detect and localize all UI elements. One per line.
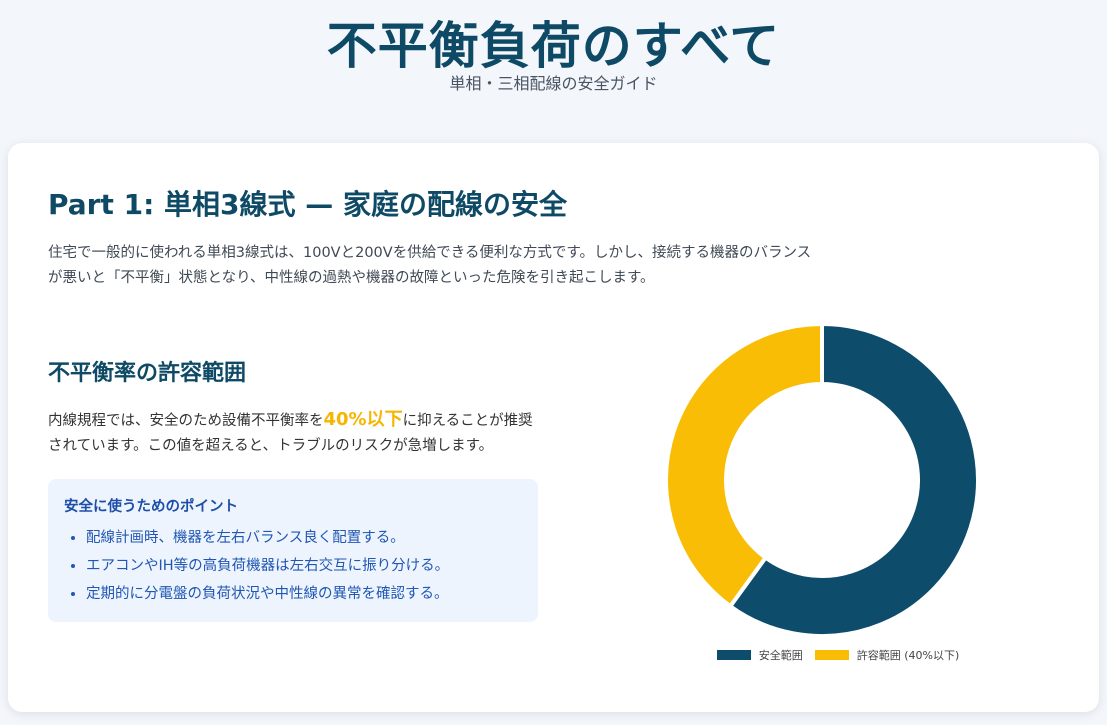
legend-swatch-safe: [716, 650, 751, 660]
tolerance-text-before: 内線規程では、安全のため設備不平衡率を: [48, 413, 324, 429]
part1-card: Part 1: 単相3線式 — 家庭の配線の安全 住宅で一般的に使われる単相3線…: [8, 143, 1099, 712]
page-title: 不平衡負荷のすべて: [326, 17, 781, 75]
page-subtitle: 単相・三相配線の安全ガイド: [449, 74, 658, 93]
legend-swatch-allowed: [814, 650, 849, 660]
legend-label-safe: 安全範囲: [758, 649, 803, 662]
chart-legend: 安全範囲 許容範囲 (40%以下): [688, 647, 988, 663]
doughnut-chart: [648, 315, 988, 675]
safety-tips-list: 配線計画時、機器を左右バランス良く配置する。 エアコンやIH等の高負荷機器は左右…: [64, 524, 522, 608]
legend-label-allowed: 許容範囲 (40%以下): [856, 649, 960, 662]
donut-slice-allowed[interactable]: [664, 321, 824, 610]
legend-item-safe[interactable]: 安全範囲: [716, 647, 803, 663]
tolerance-highlight: 40%以下: [323, 409, 403, 430]
page-header: 不平衡負荷のすべて 単相・三相配線の安全ガイド: [0, 0, 1107, 132]
safety-tip-item: 定期的に分電盤の負荷状況や中性線の異常を確認する。: [86, 580, 522, 608]
safety-tip-item: エアコンやIH等の高負荷機器は左右交互に振り分ける。: [86, 552, 522, 580]
part1-intro: 住宅で一般的に使われる単相3線式は、100Vと200Vを供給できる便利な方式です…: [48, 245, 812, 286]
legend-item-allowed[interactable]: 許容範囲 (40%以下): [814, 647, 960, 663]
safety-tips-box: 安全に使うためのポイント 配線計画時、機器を左右バランス良く配置する。 エアコン…: [48, 479, 538, 622]
tolerance-title: 不平衡率の許容範囲: [48, 361, 247, 386]
tolerance-section: 不平衡率の許容範囲 内線規程では、安全のため設備不平衡率を40%以下に抑えること…: [48, 355, 538, 622]
tolerance-text: 内線規程では、安全のため設備不平衡率を40%以下に抑えることが推奨されています。…: [48, 407, 538, 459]
safety-tip-item: 配線計画時、機器を左右バランス良く配置する。: [86, 524, 522, 552]
part1-title: Part 1: 単相3線式 — 家庭の配線の安全: [48, 188, 568, 221]
safety-tips-title: 安全に使うためのポイント: [64, 499, 238, 515]
doughnut-chart-svg: [664, 321, 980, 638]
